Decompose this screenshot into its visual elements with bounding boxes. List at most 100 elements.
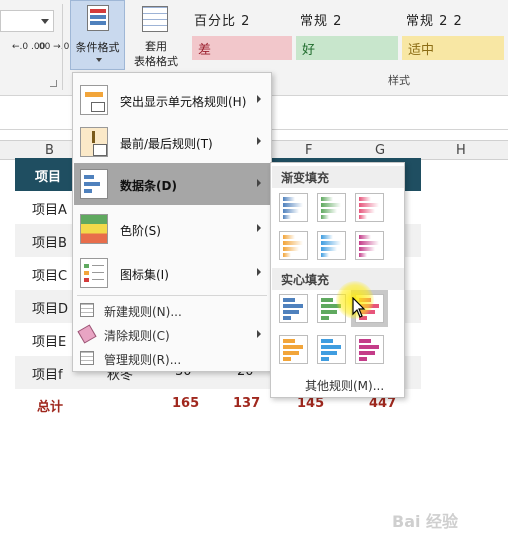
swatch-bar [321, 197, 333, 201]
swatch-bar [321, 351, 337, 355]
total-cell[interactable]: 145 [297, 396, 324, 411]
menu-item-highlight-rules[interactable]: 突出显示单元格规则(H) [74, 79, 271, 121]
menu-item-data-bars[interactable]: 数据条(D) [74, 163, 271, 205]
color-scales-icon [80, 214, 108, 244]
menu-item-label: 新建规则(N)... [104, 305, 182, 319]
row-label[interactable]: 项目E [32, 331, 66, 350]
swatch-bar [359, 351, 375, 355]
swatch-bar [359, 235, 371, 239]
swatch-bar [321, 209, 337, 213]
swatch-bar [283, 316, 291, 320]
swatch-bar [283, 351, 299, 355]
row-label[interactable]: 项目B [32, 232, 67, 251]
number-group-launcher-icon[interactable] [50, 80, 57, 87]
swatch-bar [359, 357, 367, 361]
swatch-bar [283, 235, 295, 239]
solid-data-bar-swatch[interactable] [317, 335, 346, 364]
style-normal-2[interactable]: 常规 2 [300, 10, 342, 29]
gradient-data-bar-swatch[interactable] [279, 193, 308, 222]
swatch-bar [359, 197, 371, 201]
column-header-g[interactable]: G [375, 143, 385, 158]
menu-item-icon-sets[interactable]: 图标集(I) [74, 252, 271, 294]
swatch-bar [321, 215, 329, 219]
row-label[interactable]: 项目A [32, 199, 67, 218]
style-good[interactable]: 好 [296, 36, 398, 60]
swatch-bar [321, 357, 329, 361]
swatch-bar [283, 357, 291, 361]
swatch-bar [283, 247, 299, 251]
number-format-dropdown[interactable] [0, 10, 54, 32]
eraser-icon [77, 324, 97, 344]
data-bars-icon [80, 169, 108, 199]
solid-data-bar-swatch[interactable] [279, 335, 308, 364]
menu-item-label: 清除规则(C) [104, 329, 170, 343]
menu-item-label: 图标集(I) [120, 268, 169, 282]
menu-item-new-rule[interactable]: 新建规则(N)... [74, 299, 271, 321]
swatch-bar [321, 241, 341, 245]
gradient-data-bar-swatch[interactable] [317, 231, 346, 260]
style-neutral[interactable]: 适中 [402, 36, 504, 60]
column-header-h[interactable]: H [456, 143, 466, 158]
menu-item-label: 数据条(D) [120, 179, 177, 193]
menu-item-manage-rules[interactable]: 管理规则(R)... [74, 347, 271, 369]
gradient-data-bar-swatch[interactable] [279, 231, 308, 260]
swatch-bar [321, 247, 337, 251]
conditional-format-label: 条件格式 [75, 41, 120, 54]
swatch-bar [321, 298, 333, 302]
menu-item-label: 最前/最后规则(T) [120, 137, 213, 151]
total-cell[interactable]: 137 [233, 396, 260, 411]
more-rules-link[interactable]: 其他规则(M)... [305, 377, 384, 394]
column-header-f[interactable]: F [305, 143, 312, 158]
total-cell[interactable]: 165 [172, 396, 199, 411]
chevron-right-icon [257, 179, 261, 187]
style-normal-2-2[interactable]: 常规 2 2 [406, 10, 463, 29]
swatch-bar [359, 345, 379, 349]
row-label[interactable]: 项目C [32, 265, 67, 284]
format-as-table-label-1: 套用 [145, 40, 167, 53]
swatch-bar [283, 215, 291, 219]
conditional-format-button[interactable]: 条件格式 [70, 0, 125, 70]
swatch-bar [283, 209, 299, 213]
swatch-bar [283, 304, 303, 308]
header-cell[interactable]: 项目 [35, 166, 61, 185]
swatch-bar [359, 203, 379, 207]
menu-item-top-bottom-rules[interactable]: 最前/最后规则(T) [74, 121, 271, 163]
solid-data-bar-swatch[interactable] [279, 294, 308, 323]
swatch-bar [321, 310, 337, 314]
gradient-fill-header: 渐变填充 [272, 166, 404, 188]
swatch-bar [321, 339, 333, 343]
swatch-bar [283, 241, 303, 245]
solid-data-bar-swatch[interactable] [355, 335, 384, 364]
solid-data-bar-swatch[interactable] [317, 294, 346, 323]
decrease-decimal-button[interactable]: .00 →.0 [36, 42, 69, 52]
swatch-bar [283, 298, 295, 302]
row-label[interactable]: 项目D [32, 298, 68, 317]
conditional-format-icon [87, 5, 109, 31]
gradient-data-bar-swatch[interactable] [317, 193, 346, 222]
format-as-table-label-2: 表格格式 [134, 55, 178, 68]
swatch-bar [359, 339, 371, 343]
chevron-down-icon [41, 19, 49, 24]
menu-item-clear-rules[interactable]: 清除规则(C) [74, 323, 271, 345]
highlight-cells-icon [80, 85, 108, 115]
total-label[interactable]: 总计 [37, 396, 63, 415]
column-header-b[interactable]: B [45, 143, 54, 158]
menu-item-label: 色阶(S) [120, 224, 161, 238]
manage-rules-icon [80, 351, 94, 365]
gradient-data-bar-swatch[interactable] [355, 193, 384, 222]
swatch-bar [321, 235, 333, 239]
swatch-bar [283, 339, 295, 343]
menu-item-label: 管理规则(R)... [104, 353, 182, 367]
format-as-table-button[interactable]: 套用 表格格式 [128, 2, 184, 68]
total-cell[interactable]: 447 [369, 396, 396, 411]
row-label[interactable]: 项目f [32, 364, 63, 383]
group-divider [62, 4, 63, 90]
chevron-right-icon [257, 268, 261, 276]
style-percent-2[interactable]: 百分比 2 [194, 10, 250, 29]
swatch-bar [321, 345, 341, 349]
chevron-right-icon [257, 330, 261, 338]
style-bad[interactable]: 差 [192, 36, 292, 60]
menu-item-color-scales[interactable]: 色阶(S) [74, 208, 271, 250]
gradient-data-bar-swatch[interactable] [355, 231, 384, 260]
conditional-format-menu: 突出显示单元格规则(H) 最前/最后规则(T) 数据条(D) 色阶(S) 图标集… [72, 72, 272, 372]
